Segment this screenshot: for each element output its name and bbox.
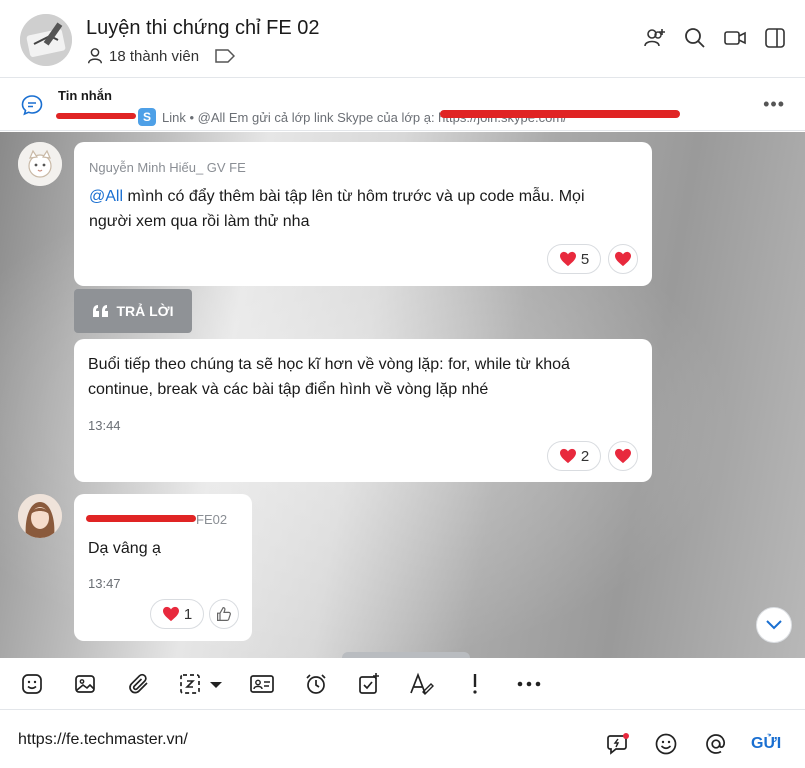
member-count-label: 18 thành viên — [109, 47, 200, 65]
message-time: 13:44 — [88, 418, 121, 433]
reply-button[interactable]: TRẢ LỜI — [74, 289, 192, 333]
attachment-icon[interactable] — [126, 671, 152, 697]
message-composer: GỬI — [0, 711, 805, 768]
task-icon[interactable] — [356, 671, 382, 697]
heart-icon — [559, 251, 576, 267]
message-text: @All mình có đẩy thêm bài tập lên từ hôm… — [89, 184, 639, 234]
contact-card-icon[interactable] — [249, 671, 275, 697]
sticker-icon[interactable] — [19, 671, 45, 697]
message-bubble[interactable]: FE02 Dạ vâng ạ 13:47 1 — [74, 494, 252, 641]
message-text-line: người xem qua rồi làm thử nha — [89, 213, 310, 230]
message-text-line: continue, break và các bài tập điển hình… — [88, 381, 489, 398]
thumbs-up-icon — [217, 606, 231, 621]
reaction-summary[interactable]: 1 — [150, 599, 204, 629]
message-text-line: Buổi tiếp theo chúng ta sẽ học kĩ hơn về… — [88, 356, 570, 373]
add-member-icon[interactable] — [643, 26, 667, 50]
send-button[interactable]: GỬI — [751, 735, 781, 753]
pinned-message-bar[interactable]: Tin nhắn S Link • @All Em gửi cả lớp lin… — [0, 79, 805, 131]
composer-toolbar — [0, 658, 805, 710]
message-bubble[interactable]: Nguyễn Minh Hiếu_ GV FE @All mình có đẩy… — [74, 142, 652, 286]
screenshot-icon[interactable] — [178, 671, 226, 697]
mention-all[interactable]: @All — [89, 188, 123, 205]
quick-message-icon[interactable] — [605, 731, 631, 757]
reaction-count: 1 — [183, 605, 193, 623]
sender-name: Nguyễn Minh Hiếu_ GV FE — [89, 160, 246, 175]
pinned-title: Tin nhắn — [58, 88, 112, 103]
reaction-summary[interactable]: 5 — [547, 244, 601, 274]
heart-icon — [615, 448, 631, 464]
chat-header: Luyện thi chứng chỉ FE 02 18 thành viên — [0, 0, 805, 78]
video-call-icon[interactable] — [723, 26, 747, 50]
side-panel-icon[interactable] — [763, 26, 787, 50]
reaction-count: 5 — [580, 250, 590, 268]
heart-icon — [559, 448, 576, 464]
message-text: Buổi tiếp theo chúng ta sẽ học kĩ hơn về… — [88, 352, 643, 402]
group-avatar[interactable] — [20, 14, 72, 66]
react-button[interactable] — [608, 244, 638, 274]
like-button[interactable] — [209, 599, 239, 629]
quote-icon — [93, 305, 109, 317]
redaction-mark — [86, 515, 196, 522]
reaction-summary[interactable]: 2 — [547, 441, 601, 471]
message-input[interactable] — [18, 727, 578, 753]
message-bubble[interactable]: Buổi tiếp theo chúng ta sẽ học kĩ hơn về… — [74, 339, 652, 482]
message-text: Dạ vâng ạ — [88, 540, 161, 557]
redaction-mark — [440, 110, 680, 118]
chat-area[interactable]: Nguyễn Minh Hiếu_ GV FE @All mình có đẩy… — [0, 132, 805, 658]
image-icon[interactable] — [72, 671, 98, 697]
message-time: 13:47 — [88, 576, 121, 591]
text-format-icon[interactable] — [409, 671, 435, 697]
mention-icon[interactable] — [703, 731, 729, 757]
more-options-icon[interactable] — [516, 671, 542, 697]
redaction-mark — [56, 113, 136, 119]
message-preview-edge — [342, 652, 470, 658]
react-button[interactable] — [608, 441, 638, 471]
urgent-icon[interactable] — [462, 671, 488, 697]
message-text-line: mình có đẩy thêm bài tập lên từ hôm trướ… — [123, 188, 585, 205]
reaction-count: 2 — [580, 447, 590, 465]
heart-icon — [162, 606, 179, 622]
more-options-icon[interactable]: ••• — [763, 94, 785, 115]
search-icon[interactable] — [683, 26, 707, 50]
chevron-down-icon — [766, 620, 782, 630]
message-bubble-icon — [21, 95, 43, 116]
reminder-icon[interactable] — [303, 671, 329, 697]
sender-avatar[interactable] — [18, 494, 62, 538]
sender-name: FE02 — [196, 512, 228, 527]
person-icon — [87, 48, 103, 64]
skype-icon: S — [138, 108, 156, 126]
sender-avatar[interactable] — [18, 142, 62, 186]
reply-label: TRẢ LỜI — [116, 303, 174, 319]
emoji-icon[interactable] — [653, 731, 679, 757]
group-title: Luyện thi chứng chỉ FE 02 — [86, 17, 320, 39]
scroll-to-bottom-button[interactable] — [756, 607, 792, 643]
heart-icon — [615, 251, 631, 267]
member-count[interactable]: 18 thành viên — [86, 47, 236, 65]
tag-icon[interactable] — [215, 49, 236, 63]
